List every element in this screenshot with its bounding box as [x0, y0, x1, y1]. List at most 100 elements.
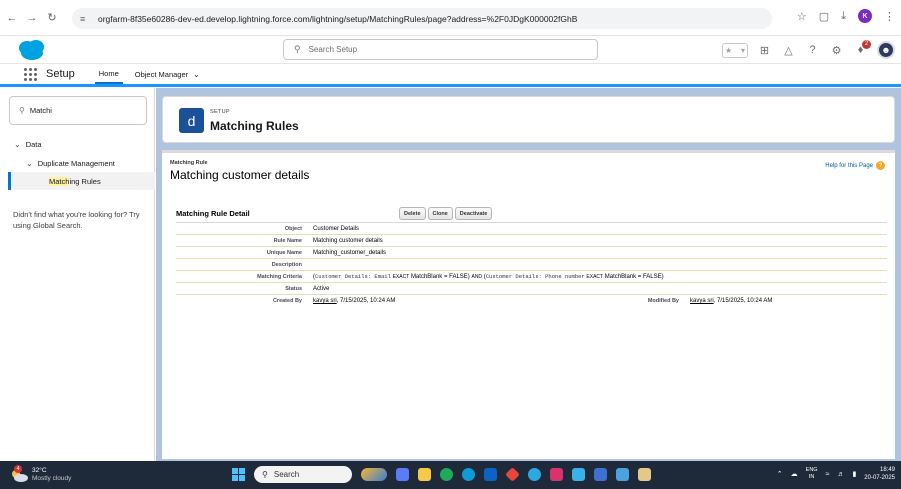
store-icon[interactable] [484, 468, 497, 481]
address-bar[interactable]: ≡ orgfarm-8f35e60286-dev-ed.develop.ligh… [72, 8, 772, 29]
global-search-hint: Didn't find what you're looking for? Try… [13, 210, 140, 230]
setup-gear-icon[interactable]: ⚙ [829, 43, 844, 58]
favorites-button[interactable]: ★ ▾ [722, 42, 748, 58]
system-clock[interactable]: 18:49 20-07-2025 [864, 466, 895, 482]
field-label: Modified By [647, 298, 679, 304]
field-row-object: Object Customer Details [176, 223, 887, 235]
field-value-modified-by: kavya sri, 7/15/2025, 10:24 AM [690, 298, 772, 304]
app-name: Setup [46, 68, 75, 80]
help-for-page-link[interactable]: Help for this Page ? [825, 161, 885, 170]
criteria-field-2: Customer Details: Phone number [485, 273, 585, 280]
windows-taskbar: 4 32°C Mostly cloudy ⚲ Search ⌃ ☁ ENG IN [0, 461, 901, 489]
tab-object-manager[interactable]: Object Manager ⌄ [131, 64, 204, 84]
tree-node-match-rest: ing Rules [69, 176, 101, 186]
field-label: Description [271, 261, 302, 268]
tree-node-duplicate-management[interactable]: ⌄ Duplicate Management [26, 159, 115, 168]
setup-page-icon: d [179, 108, 204, 133]
field-value-object: Customer Details [313, 225, 360, 232]
field-row-description: Description [176, 259, 887, 271]
wifi-icon[interactable]: ≈ [826, 471, 830, 478]
notifications-bell-icon[interactable]: ♦ 2 [853, 39, 871, 58]
photos-icon[interactable] [616, 468, 629, 481]
tree-node-matching-rules[interactable]: Match ing Rules [8, 172, 155, 190]
salesforce-logo[interactable] [17, 39, 47, 61]
quick-find-input[interactable]: ⚲ Matchi [9, 96, 147, 125]
criteria-field-1: Customer Details: Email [315, 273, 391, 280]
tree-node-data[interactable]: ⌄ Data [14, 140, 42, 149]
file-explorer-icon[interactable] [418, 468, 431, 481]
global-actions-icon[interactable]: ⊞ [757, 43, 772, 58]
field-value-created-by: kavya sri, 7/15/2025, 10:24 AM [313, 298, 395, 304]
onedrive-cloud-icon[interactable]: ☁ [791, 470, 798, 478]
chevron-down-icon: ⌄ [14, 140, 21, 149]
tab-home[interactable]: Home [94, 64, 123, 84]
tree-node-data-label: Data [25, 140, 42, 149]
lang-top: ENG [805, 467, 818, 473]
app-icon-pink[interactable] [550, 468, 563, 481]
field-value-matching-criteria: (Customer Details: Email EXACT MatchBlan… [313, 273, 664, 280]
modified-by-user-link[interactable]: kavya sri [690, 298, 714, 304]
user-avatar[interactable]: ☻ [877, 41, 895, 59]
entity-name: Matching customer details [170, 168, 310, 182]
tab-object-manager-label: Object Manager [134, 69, 189, 79]
search-icon: ⚲ [294, 44, 301, 54]
download-icon[interactable]: ⤓ [841, 10, 846, 23]
weather-badge: 4 [14, 464, 22, 473]
field-row-matching-criteria: Matching Criteria (Customer Details: Ema… [176, 271, 887, 283]
taskbar-search[interactable]: ⚲ Search [254, 466, 352, 483]
clone-button[interactable]: Clone [427, 207, 453, 220]
bookmark-star-icon[interactable]: ☆ [797, 10, 807, 23]
field-value-status: Active [313, 285, 330, 292]
field-label: Object [284, 225, 302, 232]
deactivate-button[interactable]: Deactivate [454, 207, 493, 220]
notepad-icon[interactable] [638, 468, 651, 481]
chevron-down-icon[interactable]: ⌄ [193, 70, 200, 79]
field-label: Status [285, 285, 302, 292]
extensions-icon[interactable]: ▢ [819, 10, 829, 23]
windows-start-icon[interactable] [232, 468, 245, 481]
volume-icon[interactable]: ♬ [837, 471, 844, 478]
chrome-icon[interactable] [440, 468, 453, 481]
notification-badge: 2 [862, 39, 871, 49]
created-by-user-link[interactable]: kavya sri [313, 298, 337, 304]
criteria-blank-2: MatchBlank = FALSE) [604, 274, 664, 280]
widgets-icon[interactable] [361, 468, 387, 481]
created-by-date: , 7/15/2025, 10:24 AM [336, 298, 396, 304]
app-launcher-icon[interactable] [22, 66, 38, 82]
language-indicator[interactable]: ENG IN [806, 467, 818, 481]
browser-profile-avatar[interactable]: K [858, 9, 872, 23]
taskbar-search-label: Search [273, 470, 300, 479]
reload-icon[interactable]: ↻ [44, 10, 60, 26]
edge-icon[interactable] [462, 468, 475, 481]
weather-widget[interactable]: 4 32°C Mostly cloudy [10, 464, 71, 482]
task-view-icon[interactable] [396, 468, 409, 481]
back-icon[interactable]: ← [4, 10, 20, 26]
forward-icon[interactable]: → [24, 10, 40, 26]
entity-type-label: Matching Rule [170, 160, 208, 166]
field-label: Unique Name [266, 249, 302, 256]
field-row-created-modified: Created By kavya sri, 7/15/2025, 10:24 A… [176, 295, 887, 307]
app-icon-cyan[interactable] [572, 468, 585, 481]
browser-toolbar: ← → ↻ ≡ orgfarm-8f35e60286-dev-ed.develo… [0, 0, 901, 36]
global-search-input[interactable]: ⚲ Search Setup [283, 39, 598, 60]
search-highlight: Match [49, 176, 70, 186]
git-icon[interactable] [505, 467, 520, 482]
delete-button[interactable]: Delete [399, 207, 426, 220]
tray-chevron-up-icon[interactable]: ⌃ [777, 470, 783, 478]
section-title: Matching Rule Detail [176, 209, 250, 218]
setup-nav-bar: Setup Home Object Manager ⌄ [0, 64, 901, 87]
field-value-rule-name: Matching customer details [313, 237, 383, 244]
browser-menu-icon[interactable]: ⋮ [884, 10, 895, 23]
weather-temp: 32°C [32, 467, 47, 474]
page-header-card: d SETUP Matching Rules [162, 96, 895, 143]
tab-home-label: Home [98, 68, 119, 78]
battery-icon[interactable]: ▮ [852, 470, 856, 478]
guidance-center-icon[interactable]: △ [781, 43, 796, 58]
site-info-icon[interactable]: ≡ [80, 13, 92, 25]
field-label: Matching Criteria [257, 273, 302, 280]
help-icon[interactable]: ? [805, 43, 820, 58]
criteria-blank-1: MatchBlank = FALSE) [410, 274, 470, 280]
search-icon: ⚲ [262, 470, 268, 479]
app-icon-navy[interactable] [594, 468, 607, 481]
app-icon-blue[interactable] [528, 468, 541, 481]
